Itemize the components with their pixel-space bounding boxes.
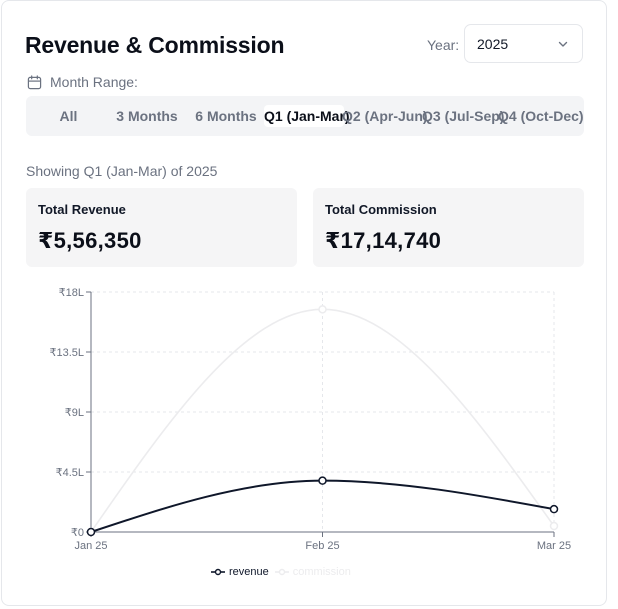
month-range-label: Month Range:: [50, 74, 138, 90]
month-range-tabs: All 3 Months 6 Months Q1 (Jan-Mar) Q2 (A…: [26, 96, 584, 136]
tab-q1[interactable]: Q1 (Jan-Mar): [264, 105, 350, 127]
tab-q3[interactable]: Q3 (Jul-Sep): [422, 105, 504, 127]
tab-3-months[interactable]: 3 Months: [108, 105, 186, 127]
calendar-icon: [27, 74, 42, 89]
month-range: Month Range:: [27, 73, 138, 91]
total-revenue-value: ₹5,56,350: [38, 228, 142, 253]
year-select-value: 2025: [477, 36, 509, 52]
legend-revenue-label: revenue: [229, 566, 269, 578]
tab-all[interactable]: All: [46, 105, 91, 127]
tab-q2[interactable]: Q2 (Apr-Jun): [342, 105, 428, 127]
year-select[interactable]: 2025: [464, 24, 583, 63]
legend-item-revenue[interactable]: revenue: [211, 566, 269, 578]
total-commission-value: ₹17,14,740: [325, 228, 442, 253]
page-title: Revenue & Commission: [25, 32, 285, 58]
total-commission-label: Total Commission: [325, 202, 437, 217]
legend-commission-marker: [274, 568, 289, 576]
legend-revenue-marker: [211, 568, 225, 576]
chart-legend: revenue commission: [211, 564, 357, 580]
tab-6-months[interactable]: 6 Months: [188, 105, 264, 127]
year-label: Year:: [427, 37, 460, 53]
chevron-down-icon: [558, 41, 568, 47]
total-revenue-label: Total Revenue: [38, 202, 126, 217]
tab-q4[interactable]: Q4 (Oct-Dec): [498, 105, 584, 127]
total-revenue-card: Total Revenue ₹5,56,350: [26, 188, 297, 267]
showing-text: Showing Q1 (Jan-Mar) of 2025: [26, 163, 218, 179]
legend-item-commission[interactable]: commission: [274, 566, 351, 578]
total-commission-card: Total Commission ₹17,14,740: [313, 188, 584, 267]
legend-commission-label: commission: [292, 566, 351, 578]
